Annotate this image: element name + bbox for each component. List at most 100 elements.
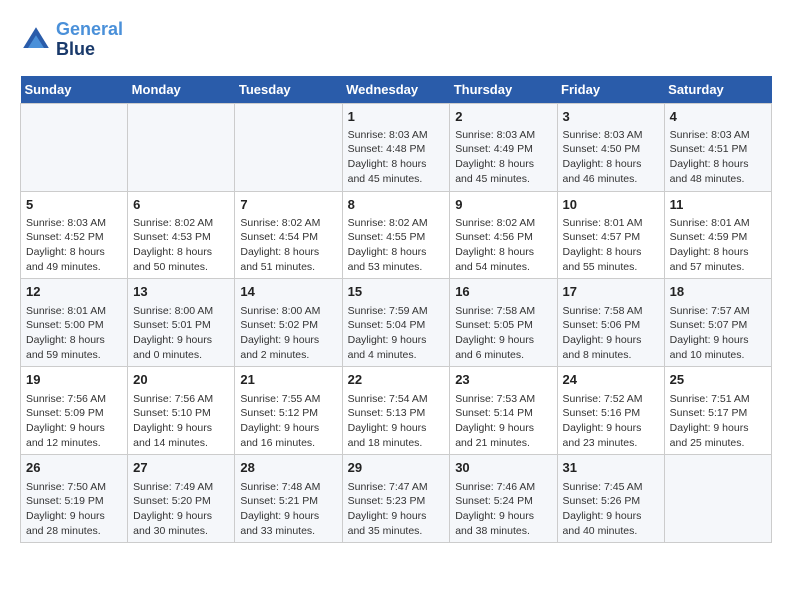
header-sunday: Sunday: [21, 76, 128, 104]
calendar-cell: 7 Sunrise: 8:02 AM Sunset: 4:54 PM Daylig…: [235, 191, 342, 279]
calendar-cell: 29 Sunrise: 7:47 AM Sunset: 5:23 PM Dayli…: [342, 455, 450, 543]
day-info: Sunrise: 7:56 AM Sunset: 5:09 PM Dayligh…: [26, 392, 122, 451]
day-number: 7: [240, 196, 336, 214]
day-info: Sunrise: 8:03 AM Sunset: 4:52 PM Dayligh…: [26, 216, 122, 275]
logo: General Blue: [20, 20, 123, 60]
day-number: 12: [26, 283, 122, 301]
day-info: Sunrise: 7:59 AM Sunset: 5:04 PM Dayligh…: [348, 304, 445, 363]
header-saturday: Saturday: [664, 76, 771, 104]
day-number: 8: [348, 196, 445, 214]
logo-icon: [20, 24, 52, 56]
calendar-cell: 18Sunrise: 7:57 AM Sunset: 5:07 PM Dayli…: [664, 279, 771, 367]
calendar-week-4: 19 Sunrise: 7:56 AM Sunset: 5:09 PM Dayli…: [21, 367, 772, 455]
day-number: 31: [563, 459, 659, 477]
calendar-week-3: 12 Sunrise: 8:01 AM Sunset: 5:00 PM Dayli…: [21, 279, 772, 367]
day-info: Sunrise: 7:48 AM Sunset: 5:21 PM Dayligh…: [240, 480, 336, 539]
calendar-cell: 3 Sunrise: 8:03 AM Sunset: 4:50 PM Daylig…: [557, 103, 664, 191]
day-info: Sunrise: 7:47 AM Sunset: 5:23 PM Dayligh…: [348, 480, 445, 539]
page-header: General Blue: [20, 20, 772, 60]
day-info: Sunrise: 7:46 AM Sunset: 5:24 PM Dayligh…: [455, 480, 551, 539]
calendar-cell: 17 Sunrise: 7:58 AM Sunset: 5:06 PM Dayli…: [557, 279, 664, 367]
day-info: Sunrise: 8:03 AM Sunset: 4:50 PM Dayligh…: [563, 128, 659, 187]
day-info: Sunrise: 7:58 AM Sunset: 5:05 PM Dayligh…: [455, 304, 551, 363]
day-number: 25: [670, 371, 766, 389]
day-number: 17: [563, 283, 659, 301]
calendar-cell: 21 Sunrise: 7:55 AM Sunset: 5:12 PM Dayli…: [235, 367, 342, 455]
day-number: 19: [26, 371, 122, 389]
calendar-cell: [235, 103, 342, 191]
day-info: Sunrise: 7:58 AM Sunset: 5:06 PM Dayligh…: [563, 304, 659, 363]
calendar-cell: 15 Sunrise: 7:59 AM Sunset: 5:04 PM Dayli…: [342, 279, 450, 367]
calendar-cell: 8 Sunrise: 8:02 AM Sunset: 4:55 PM Daylig…: [342, 191, 450, 279]
calendar-cell: 2 Sunrise: 8:03 AM Sunset: 4:49 PM Daylig…: [450, 103, 557, 191]
calendar-cell: 12 Sunrise: 8:01 AM Sunset: 5:00 PM Dayli…: [21, 279, 128, 367]
calendar-cell: 26Sunrise: 7:50 AM Sunset: 5:19 PM Dayli…: [21, 455, 128, 543]
day-number: 16: [455, 283, 551, 301]
day-number: 28: [240, 459, 336, 477]
day-number: 29: [348, 459, 445, 477]
day-info: Sunrise: 7:53 AM Sunset: 5:14 PM Dayligh…: [455, 392, 551, 451]
calendar-cell: 10 Sunrise: 8:01 AM Sunset: 4:57 PM Dayli…: [557, 191, 664, 279]
day-number: 1: [348, 108, 445, 126]
day-info: Sunrise: 7:50 AM Sunset: 5:19 PM Dayligh…: [26, 480, 122, 539]
day-info: Sunrise: 7:51 AM Sunset: 5:17 PM Dayligh…: [670, 392, 766, 451]
day-number: 27: [133, 459, 229, 477]
day-number: 18: [670, 283, 766, 301]
header-friday: Friday: [557, 76, 664, 104]
calendar-cell: 27 Sunrise: 7:49 AM Sunset: 5:20 PM Dayli…: [128, 455, 235, 543]
day-number: 14: [240, 283, 336, 301]
day-number: 24: [563, 371, 659, 389]
day-info: Sunrise: 7:49 AM Sunset: 5:20 PM Dayligh…: [133, 480, 229, 539]
calendar-week-5: 26Sunrise: 7:50 AM Sunset: 5:19 PM Dayli…: [21, 455, 772, 543]
day-info: Sunrise: 8:02 AM Sunset: 4:56 PM Dayligh…: [455, 216, 551, 275]
calendar-cell: 20Sunrise: 7:56 AM Sunset: 5:10 PM Dayli…: [128, 367, 235, 455]
calendar-week-2: 5 Sunrise: 8:03 AM Sunset: 4:52 PM Daylig…: [21, 191, 772, 279]
day-info: Sunrise: 8:01 AM Sunset: 4:59 PM Dayligh…: [670, 216, 766, 275]
day-number: 30: [455, 459, 551, 477]
day-info: Sunrise: 8:03 AM Sunset: 4:49 PM Dayligh…: [455, 128, 551, 187]
day-number: 15: [348, 283, 445, 301]
day-number: 22: [348, 371, 445, 389]
day-number: 10: [563, 196, 659, 214]
day-info: Sunrise: 8:02 AM Sunset: 4:54 PM Dayligh…: [240, 216, 336, 275]
calendar-cell: 9 Sunrise: 8:02 AM Sunset: 4:56 PM Daylig…: [450, 191, 557, 279]
calendar-cell: 19 Sunrise: 7:56 AM Sunset: 5:09 PM Dayli…: [21, 367, 128, 455]
header-tuesday: Tuesday: [235, 76, 342, 104]
calendar-cell: 28 Sunrise: 7:48 AM Sunset: 5:21 PM Dayli…: [235, 455, 342, 543]
header-thursday: Thursday: [450, 76, 557, 104]
calendar-cell: 5 Sunrise: 8:03 AM Sunset: 4:52 PM Daylig…: [21, 191, 128, 279]
day-info: Sunrise: 7:54 AM Sunset: 5:13 PM Dayligh…: [348, 392, 445, 451]
day-number: 2: [455, 108, 551, 126]
calendar-cell: 13 Sunrise: 8:00 AM Sunset: 5:01 PM Dayli…: [128, 279, 235, 367]
calendar-cell: 24 Sunrise: 7:52 AM Sunset: 5:16 PM Dayli…: [557, 367, 664, 455]
day-info: Sunrise: 8:01 AM Sunset: 4:57 PM Dayligh…: [563, 216, 659, 275]
calendar-cell: 22 Sunrise: 7:54 AM Sunset: 5:13 PM Dayli…: [342, 367, 450, 455]
calendar-week-1: 1 Sunrise: 8:03 AM Sunset: 4:48 PM Daylig…: [21, 103, 772, 191]
calendar-cell: 1 Sunrise: 8:03 AM Sunset: 4:48 PM Daylig…: [342, 103, 450, 191]
calendar-cell: 4Sunrise: 8:03 AM Sunset: 4:51 PM Daylig…: [664, 103, 771, 191]
logo-text: General Blue: [56, 20, 123, 60]
calendar-table: SundayMondayTuesdayWednesdayThursdayFrid…: [20, 76, 772, 544]
calendar-header-row: SundayMondayTuesdayWednesdayThursdayFrid…: [21, 76, 772, 104]
day-info: Sunrise: 8:00 AM Sunset: 5:01 PM Dayligh…: [133, 304, 229, 363]
day-info: Sunrise: 7:55 AM Sunset: 5:12 PM Dayligh…: [240, 392, 336, 451]
day-info: Sunrise: 8:03 AM Sunset: 4:48 PM Dayligh…: [348, 128, 445, 187]
day-info: Sunrise: 7:56 AM Sunset: 5:10 PM Dayligh…: [133, 392, 229, 451]
calendar-cell: 16 Sunrise: 7:58 AM Sunset: 5:05 PM Dayli…: [450, 279, 557, 367]
calendar-cell: [21, 103, 128, 191]
day-number: 9: [455, 196, 551, 214]
day-info: Sunrise: 8:02 AM Sunset: 4:53 PM Dayligh…: [133, 216, 229, 275]
day-number: 3: [563, 108, 659, 126]
day-info: Sunrise: 8:02 AM Sunset: 4:55 PM Dayligh…: [348, 216, 445, 275]
day-number: 5: [26, 196, 122, 214]
day-number: 13: [133, 283, 229, 301]
day-number: 23: [455, 371, 551, 389]
day-info: Sunrise: 7:45 AM Sunset: 5:26 PM Dayligh…: [563, 480, 659, 539]
day-info: Sunrise: 8:01 AM Sunset: 5:00 PM Dayligh…: [26, 304, 122, 363]
day-info: Sunrise: 7:52 AM Sunset: 5:16 PM Dayligh…: [563, 392, 659, 451]
calendar-cell: [664, 455, 771, 543]
day-info: Sunrise: 8:00 AM Sunset: 5:02 PM Dayligh…: [240, 304, 336, 363]
day-number: 21: [240, 371, 336, 389]
day-info: Sunrise: 8:03 AM Sunset: 4:51 PM Dayligh…: [670, 128, 766, 187]
calendar-cell: [128, 103, 235, 191]
